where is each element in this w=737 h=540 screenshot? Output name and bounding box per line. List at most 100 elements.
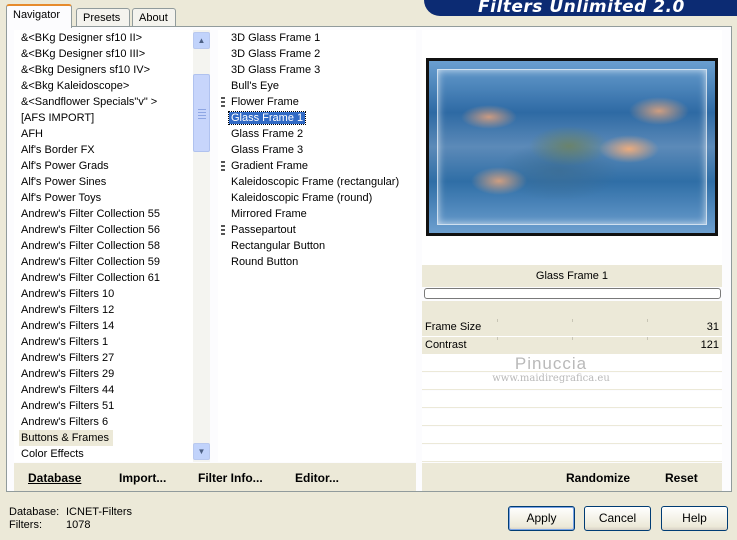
filter-item[interactable]: Round Button — [218, 254, 416, 270]
filter-item[interactable]: Kaleidoscopic Frame (round) — [218, 190, 416, 206]
filter-item[interactable]: Rectangular Button — [218, 238, 416, 254]
watermark-title: Pinuccia — [514, 354, 588, 373]
filter-item[interactable]: Flower Frame — [218, 94, 416, 110]
app-title: Filters Unlimited 2.0 — [478, 0, 685, 16]
filters-label: Filters: — [9, 519, 42, 531]
category-item[interactable]: Andrew's Filters 51 — [14, 398, 195, 414]
category-label: Andrew's Filters 51 — [21, 400, 115, 412]
filter-label: Round Button — [231, 256, 299, 268]
filter-item[interactable]: 3D Glass Frame 1 — [218, 30, 416, 46]
category-item[interactable]: &<Bkg Kaleidoscope> — [14, 78, 195, 94]
scroll-thumb[interactable] — [193, 74, 210, 152]
category-item[interactable]: &<BKg Designer sf10 III> — [14, 46, 195, 62]
list-actions-bar: Database Import... Filter Info... Editor… — [14, 463, 416, 491]
filter-item[interactable]: Glass Frame 3 — [218, 142, 416, 158]
filter-label: Kaleidoscopic Frame (rectangular) — [231, 176, 400, 188]
filter-item[interactable]: Glass Frame 2 — [218, 126, 416, 142]
category-item[interactable]: Andrew's Filters 29 — [14, 366, 195, 382]
cancel-button[interactable]: Cancel — [584, 506, 651, 531]
param-row-frame-size[interactable]: Frame Size 31 — [422, 319, 722, 337]
param-actions-bar: Randomize Reset — [422, 463, 722, 491]
filter-label: Kaleidoscopic Frame (round) — [231, 192, 373, 204]
filter-item[interactable]: Glass Frame 1 — [218, 110, 416, 126]
filter-label: Bull's Eye — [231, 80, 279, 92]
category-item[interactable]: Andrew's Filters 1 — [14, 334, 195, 350]
filter-label: Gradient Frame — [231, 160, 309, 172]
category-item[interactable]: Andrew's Filters 6 — [14, 414, 195, 430]
category-item[interactable]: Alf's Power Grads — [14, 158, 195, 174]
filter-label: Passepartout — [231, 224, 296, 236]
filter-item[interactable]: Mirrored Frame — [218, 206, 416, 222]
param-row-empty — [422, 391, 722, 408]
category-item[interactable]: &<Sandflower Specials"v" > — [14, 94, 195, 110]
glass-frame-overlay — [437, 69, 707, 225]
category-item[interactable]: Alf's Power Toys — [14, 190, 195, 206]
param-name: Frame Size — [425, 321, 482, 333]
watermark: Pinuccia www.maidiregrafica.eu — [476, 354, 626, 384]
category-item[interactable]: Alf's Border FX — [14, 142, 195, 158]
group-marker-icon — [221, 97, 225, 107]
tab-about[interactable]: About — [132, 8, 176, 28]
apply-button[interactable]: Apply — [508, 506, 575, 531]
filter-label: Rectangular Button — [231, 240, 326, 252]
tab-navigator[interactable]: Navigator — [6, 4, 72, 28]
editor-button[interactable]: Editor... — [295, 471, 339, 485]
category-item[interactable]: Andrew's Filter Collection 58 — [14, 238, 195, 254]
category-scrollbar[interactable]: ▲ ▼ — [193, 30, 210, 462]
category-item[interactable]: Buttons & Frames — [14, 430, 195, 446]
filter-list[interactable]: 3D Glass Frame 1 3D Glass Frame 2 3D Glass… — [218, 30, 416, 462]
param-row-empty — [422, 409, 722, 426]
category-item[interactable]: [AFS IMPORT] — [14, 110, 195, 126]
filter-item[interactable]: 3D Glass Frame 3 — [218, 62, 416, 78]
scroll-up-button[interactable]: ▲ — [193, 32, 210, 49]
category-item[interactable]: &<BKg Designer sf10 II> — [14, 30, 195, 46]
filter-item[interactable]: Bull's Eye — [218, 78, 416, 94]
category-label: Andrew's Filters 6 — [21, 416, 109, 428]
category-item[interactable]: Color Effects — [14, 446, 195, 462]
category-label: Andrew's Filter Collection 59 — [21, 256, 161, 268]
param-value: 121 — [700, 339, 719, 351]
grip-line — [198, 118, 206, 119]
category-item[interactable]: Andrew's Filters 27 — [14, 350, 195, 366]
watermark-url: www.maidiregrafica.eu — [492, 373, 610, 384]
category-label: AFH — [21, 128, 43, 140]
scroll-down-button[interactable]: ▼ — [193, 443, 210, 460]
reset-button[interactable]: Reset — [665, 471, 698, 485]
category-item[interactable]: Andrew's Filters 44 — [14, 382, 195, 398]
help-button[interactable]: Help — [661, 506, 728, 531]
category-item[interactable]: &<Bkg Designers sf10 IV> — [14, 62, 195, 78]
category-label: Andrew's Filters 44 — [21, 384, 115, 396]
tab-presets[interactable]: Presets — [76, 8, 130, 28]
category-list[interactable]: &<BKg Designer sf10 II> &<BKg Designer sf… — [14, 30, 195, 462]
category-label: Color Effects — [21, 448, 84, 460]
category-label: &<BKg Designer sf10 II> — [21, 32, 143, 44]
category-item[interactable]: Andrew's Filters 14 — [14, 318, 195, 334]
grip-line — [198, 115, 206, 116]
filter-info-button[interactable]: Filter Info... — [198, 471, 263, 485]
category-label: Andrew's Filters 27 — [21, 352, 115, 364]
import-button[interactable]: Import... — [119, 471, 166, 485]
tick-mark — [497, 337, 498, 340]
app-banner: Filters Unlimited 2.0 — [424, 0, 737, 16]
category-item[interactable]: Andrew's Filters 12 — [14, 302, 195, 318]
grip-line — [198, 109, 206, 110]
param-row-contrast[interactable]: Contrast 121 — [422, 337, 722, 355]
randomize-button[interactable]: Randomize — [566, 471, 630, 485]
category-item[interactable]: Alf's Power Sines — [14, 174, 195, 190]
filter-item[interactable]: Passepartout — [218, 222, 416, 238]
category-item[interactable]: Andrew's Filter Collection 61 — [14, 270, 195, 286]
category-item[interactable]: AFH — [14, 126, 195, 142]
category-item[interactable]: Andrew's Filter Collection 56 — [14, 222, 195, 238]
category-label: Andrew's Filters 1 — [21, 336, 109, 348]
category-label: &<Sandflower Specials"v" > — [21, 96, 158, 108]
category-item[interactable]: Andrew's Filters 10 — [14, 286, 195, 302]
tick-mark — [572, 319, 573, 322]
filter-item[interactable]: 3D Glass Frame 2 — [218, 46, 416, 62]
category-label: &<Bkg Designers sf10 IV> — [21, 64, 151, 76]
filter-item[interactable]: Kaleidoscopic Frame (rectangular) — [218, 174, 416, 190]
category-item[interactable]: Andrew's Filter Collection 59 — [14, 254, 195, 270]
database-button[interactable]: Database — [28, 471, 81, 485]
category-item[interactable]: Andrew's Filter Collection 55 — [14, 206, 195, 222]
filter-item[interactable]: Gradient Frame — [218, 158, 416, 174]
category-label: Alf's Border FX — [21, 144, 95, 156]
